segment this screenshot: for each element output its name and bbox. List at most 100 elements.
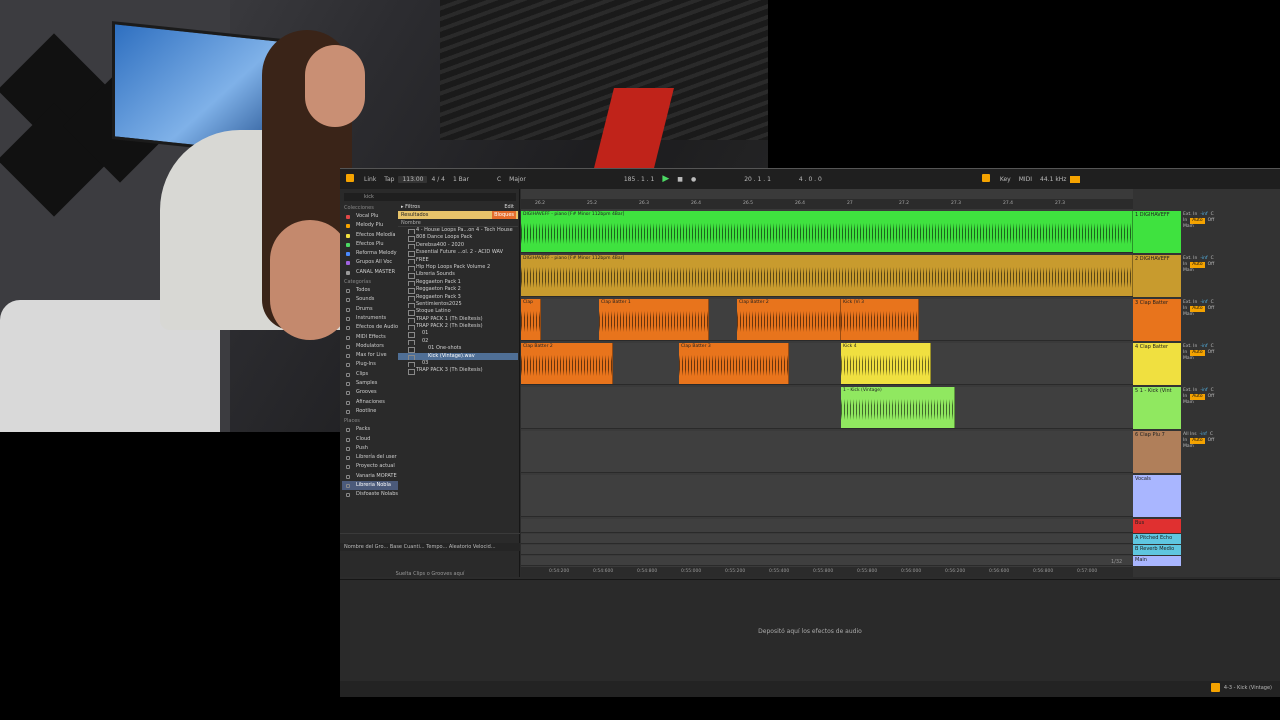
edit-button[interactable]: Edit	[504, 203, 514, 211]
file-item[interactable]: Kick (Vintage).wav	[398, 352, 518, 361]
file-item[interactable]: Hip Hop Loops Pack Volume 2	[398, 264, 518, 272]
file-item[interactable]: Stoque Latino	[398, 308, 518, 316]
live-icon[interactable]	[346, 174, 354, 182]
audio-clip[interactable]: DIGIHAVEFF - piano [F# Minor 112bpm 4Bar…	[521, 211, 1133, 252]
tempo-field[interactable]: 113.00	[398, 175, 428, 183]
file-item[interactable]: 03	[398, 360, 518, 368]
file-item[interactable]: TRAP PACK 3 (Th Dieltesis)	[398, 367, 518, 375]
key-map-icon[interactable]	[981, 174, 990, 182]
track-lane[interactable]	[521, 545, 1133, 555]
browser-search-input[interactable]: kick	[344, 193, 516, 201]
record-icon[interactable]: ●	[687, 176, 700, 183]
collection-item[interactable]: CANAL MASTER	[342, 268, 398, 277]
category-item[interactable]: MIDI Effects	[342, 333, 398, 342]
midi-button[interactable]: MIDI	[1015, 176, 1036, 183]
link-button[interactable]: Link	[360, 176, 380, 183]
place-item[interactable]: Proyecto actual	[342, 462, 398, 471]
beat-ruler[interactable]: 26.2 25.2 26.3 26.4 26.5 26.4 27 27.2 27.3 27.4 27…	[521, 199, 1133, 209]
audio-clip[interactable]: Clap	[521, 299, 541, 340]
place-item[interactable]: Push	[342, 444, 398, 453]
monitor-off[interactable]: Off	[1208, 262, 1215, 268]
track-lane[interactable]: Clap Batter 2 Clap Batter 3 Kick 4	[521, 343, 1133, 385]
category-item[interactable]: Instruments	[342, 314, 398, 323]
collection-item[interactable]: Efectos Plu	[342, 240, 398, 249]
key-button[interactable]: Key	[996, 176, 1015, 183]
file-item[interactable]: 4 - House Loops Pa...on 4 - Tech House	[398, 227, 518, 235]
track-header[interactable]: Bus	[1133, 519, 1181, 533]
track-lane[interactable]: 1 - Kick (Vintage)	[521, 387, 1133, 429]
category-item[interactable]: Modulators	[342, 342, 398, 351]
category-item[interactable]: Grooves	[342, 388, 398, 397]
quantize-select[interactable]: 1 Bar	[449, 176, 473, 183]
output-select[interactable]: Main	[1183, 268, 1194, 274]
place-item[interactable]: Libreria Nobla	[342, 481, 398, 491]
track-lane[interactable]: DIGIHAVEFF - piano [F# Minor 112bpm 4Bar…	[521, 255, 1133, 297]
filter-chip[interactable]: Resultados Bloques	[398, 211, 518, 219]
scale-select[interactable]: Major	[505, 176, 530, 183]
meter-field[interactable]: 4 / 4	[427, 176, 448, 183]
file-item[interactable]: 01 One-shots	[398, 345, 518, 353]
category-item[interactable]: Drums	[342, 305, 398, 314]
file-item[interactable]: Essential Future ...ol. 2 - ACID WAV	[398, 249, 518, 257]
preview-strip[interactable]	[340, 533, 520, 541]
place-item[interactable]: Librería del user	[342, 453, 398, 462]
track-lane[interactable]	[521, 534, 1133, 544]
track-lane[interactable]	[521, 519, 1133, 533]
category-item[interactable]: Efectos de Audio	[342, 323, 398, 332]
output-select[interactable]: Main	[1183, 224, 1194, 230]
file-item[interactable]: 02	[398, 338, 518, 346]
output-select[interactable]: Main	[1183, 400, 1194, 406]
monitor-off[interactable]: Off	[1208, 218, 1215, 224]
track-header[interactable]: Vocals	[1133, 475, 1181, 517]
track-header[interactable]: A Pitched Echo	[1133, 534, 1181, 544]
place-item[interactable]: Packs	[342, 425, 398, 434]
track-header[interactable]: 1 DIGIHAVEFF	[1133, 211, 1181, 253]
collection-item[interactable]: Reforma Melody	[342, 249, 398, 258]
category-item[interactable]: Afinaciones	[342, 398, 398, 407]
track-header[interactable]: 3 Clap Batter	[1133, 299, 1181, 341]
collection-item[interactable]: Grupos All Voc	[342, 258, 398, 267]
category-item[interactable]: Clips	[342, 370, 398, 379]
file-item[interactable]: TRAP PACK 2 (Th Dieltesis)	[398, 323, 518, 331]
file-item[interactable]: TRAP PACK 1 (Th Dieltesis)	[398, 316, 518, 324]
category-item[interactable]: Rootline	[342, 407, 398, 416]
track-lane[interactable]: DIGIHAVEFF - piano [F# Minor 112bpm 4Bar…	[521, 211, 1133, 253]
name-column-header[interactable]: Nombre	[398, 219, 518, 227]
file-item[interactable]: 808 Dance Loops Pack	[398, 234, 518, 242]
file-item[interactable]: Libreria Sounds	[398, 271, 518, 279]
track-header[interactable]: 2 DIGIHAVEFF	[1133, 255, 1181, 297]
audio-clip[interactable]: Kick (Vi 3	[841, 299, 919, 340]
audio-clip[interactable]: Clap Batter 1	[599, 299, 709, 340]
file-item[interactable]: Reggaeton Pack 1	[398, 279, 518, 287]
file-item[interactable]: Derebsa400 - 2020	[398, 242, 518, 250]
file-item[interactable]: Reggaeton Pack 3	[398, 294, 518, 301]
loop-length[interactable]: 4 . 0 . 0	[795, 176, 826, 183]
category-item[interactable]: Sounds	[342, 295, 398, 304]
loop-start[interactable]: 20 . 1 . 1	[740, 176, 775, 183]
category-item[interactable]: Samples	[342, 379, 398, 388]
tap-button[interactable]: Tap	[380, 176, 398, 183]
filters-label[interactable]: ▸ Filtros Edit	[398, 203, 518, 211]
track-lane[interactable]	[521, 431, 1133, 473]
play-icon[interactable]: ▶	[658, 174, 673, 184]
stop-icon[interactable]: ■	[673, 176, 687, 183]
track-header[interactable]: Main	[1133, 556, 1181, 566]
track-lane[interactable]: Clap Clap Batter 1 Clap Batter 2 Kick (Vi 3	[521, 299, 1133, 341]
audio-clip[interactable]: Kick 4	[841, 343, 931, 384]
detail-view[interactable]: Depositó aquí los efectos de audio	[340, 579, 1280, 687]
track-header[interactable]: B Reverb Medio	[1133, 545, 1181, 555]
output-select[interactable]: Main	[1183, 444, 1194, 450]
track-header[interactable]: 4 Clap Batter	[1133, 343, 1181, 385]
monitor-off[interactable]: Off	[1208, 350, 1215, 356]
track-header[interactable]: 5 1 - Kick (Vint	[1133, 387, 1181, 429]
arrangement-position[interactable]: 185 . 1 . 1	[620, 176, 659, 183]
monitor-off[interactable]: Off	[1208, 306, 1215, 312]
track-lane[interactable]	[521, 475, 1133, 517]
key-select[interactable]: C	[493, 176, 505, 183]
file-item[interactable]: Reggaeton Pack 2	[398, 286, 518, 294]
filter-tag[interactable]: Bloques	[492, 211, 516, 219]
category-item[interactable]: Plug-Ins	[342, 360, 398, 369]
output-select[interactable]: Main	[1183, 356, 1194, 362]
audio-clip[interactable]: 1 - Kick (Vintage)	[841, 387, 955, 428]
audio-clip[interactable]: Clap Batter 3	[679, 343, 789, 384]
